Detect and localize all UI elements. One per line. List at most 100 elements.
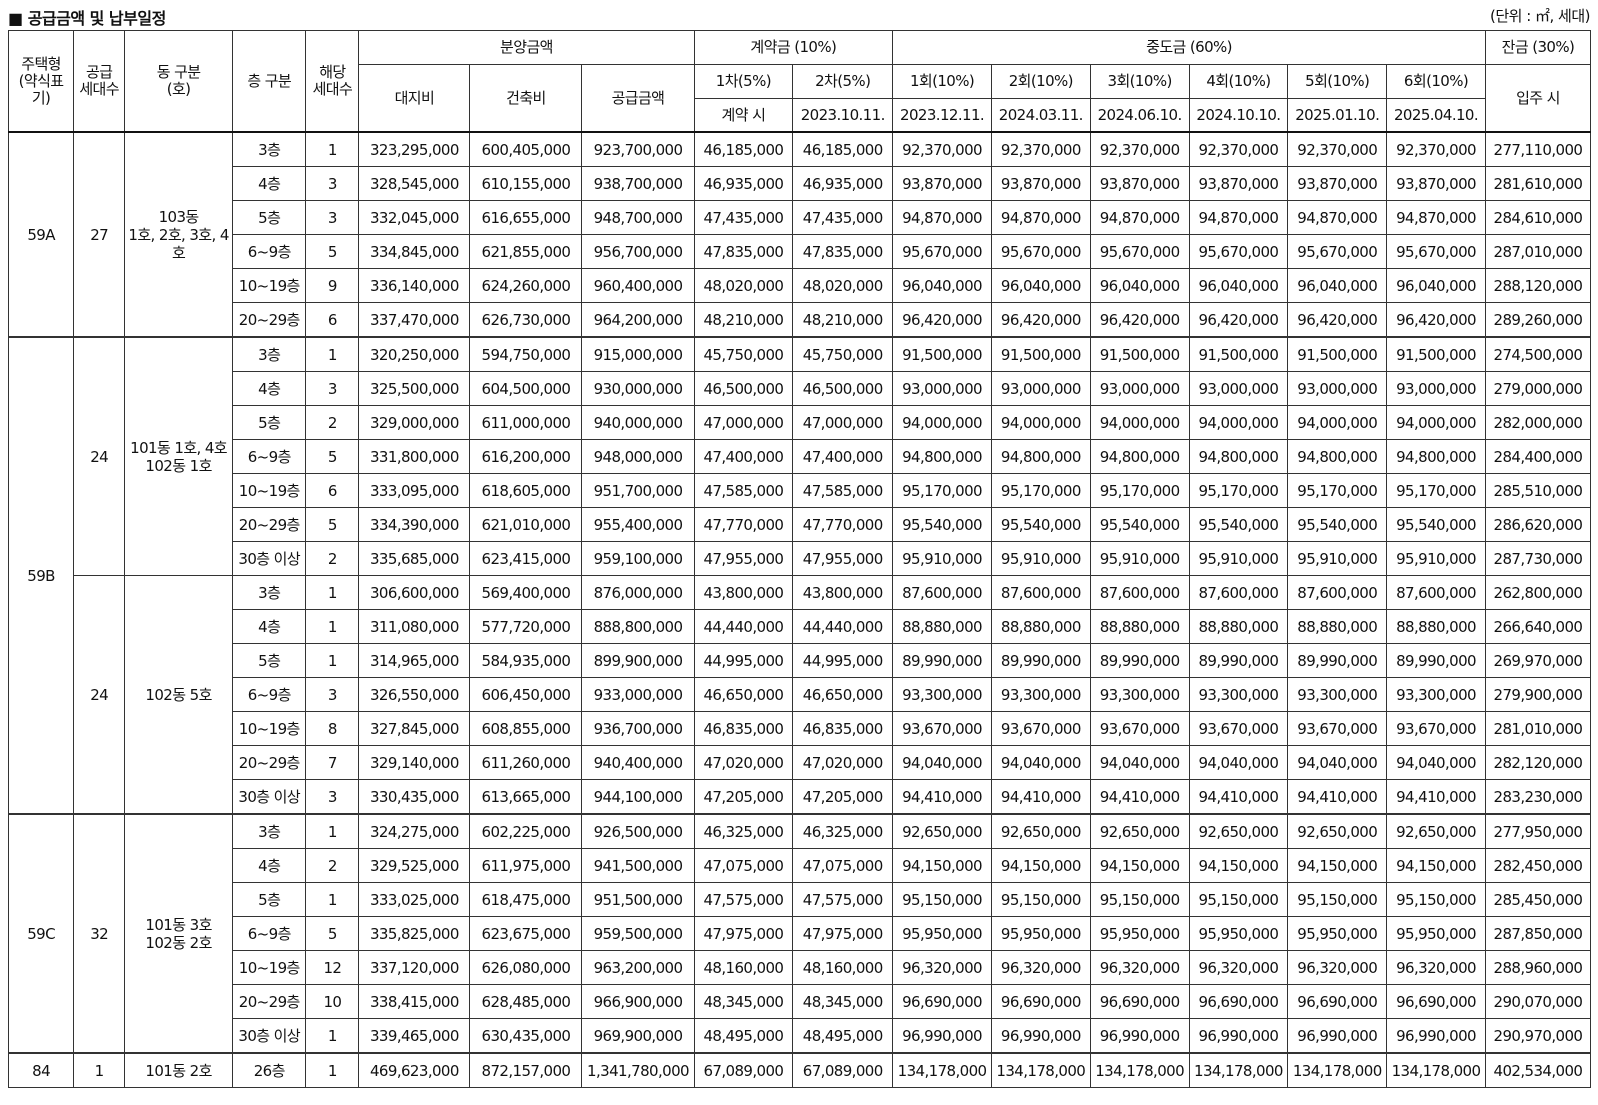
build-cost: 623,415,000 bbox=[469, 541, 583, 576]
header-mid-5-date: 2025.01.10. bbox=[1287, 98, 1388, 133]
build-cost: 630,435,000 bbox=[469, 1018, 583, 1054]
mid-payment-2: 93,300,000 bbox=[990, 677, 1091, 712]
land-cost: 337,120,000 bbox=[358, 950, 471, 985]
balance: 283,230,000 bbox=[1484, 779, 1592, 815]
unit-count: 3 bbox=[305, 677, 360, 712]
land-cost: 328,545,000 bbox=[358, 166, 471, 201]
land-cost: 327,845,000 bbox=[358, 711, 471, 746]
table-row: 59A 27 103동 1호, 2호, 3호, 4호 3층 1 323,295,000 600… bbox=[7, 131, 1592, 338]
mid-payment-6: 95,150,000 bbox=[1386, 882, 1486, 917]
contract-2: 46,500,000 bbox=[792, 371, 894, 406]
floor-range: 6~9층 bbox=[232, 234, 307, 269]
contract-2: 45,750,000 bbox=[792, 336, 894, 372]
header-mid-2-date: 2024.03.11. bbox=[990, 98, 1091, 133]
table-header: 주택형 (약식표 기) 공급 세대수 동 구분 (호) 층 구분 해당 세대수 분양금액 … bbox=[7, 30, 1592, 133]
build-cost: 604,500,000 bbox=[469, 371, 583, 406]
floor-range: 10~19층 bbox=[232, 711, 307, 746]
header-mid-2: 2회(10%) bbox=[990, 64, 1091, 99]
mid-payment-3: 87,600,000 bbox=[1089, 575, 1190, 610]
header-price-group: 분양금액 bbox=[358, 30, 695, 65]
balance: 288,960,000 bbox=[1484, 950, 1592, 985]
floor-range: 20~29층 bbox=[232, 302, 307, 338]
unit-count: 1 bbox=[305, 1052, 360, 1088]
floor-range: 10~19층 bbox=[232, 950, 307, 985]
contract-1: 47,835,000 bbox=[693, 234, 794, 269]
mid-payment-6: 96,040,000 bbox=[1386, 268, 1486, 303]
mid-payment-3: 91,500,000 bbox=[1089, 336, 1190, 372]
mid-payment-6: 91,500,000 bbox=[1386, 336, 1486, 372]
unit-count: 6 bbox=[305, 302, 360, 338]
mid-payment-2: 88,880,000 bbox=[990, 609, 1091, 644]
mid-payment-1: 95,540,000 bbox=[892, 507, 992, 542]
contract-1: 47,075,000 bbox=[693, 848, 794, 883]
dong-range: 103동 1호, 2호, 3호, 4호 bbox=[124, 131, 234, 338]
header-build: 건축비 bbox=[469, 64, 583, 133]
build-cost: 618,605,000 bbox=[469, 473, 583, 508]
contract-2: 46,325,000 bbox=[792, 813, 894, 849]
mid-payment-1: 89,990,000 bbox=[892, 643, 992, 678]
mid-payment-2: 94,870,000 bbox=[990, 200, 1091, 235]
floor-range: 30층 이상 bbox=[232, 541, 307, 576]
mid-payment-5: 95,910,000 bbox=[1287, 541, 1388, 576]
mid-payment-2: 96,690,000 bbox=[990, 984, 1091, 1019]
group-59b: 59B 24 101동 1호, 4호 102동 1호 3층 1 320,250,000 594… bbox=[7, 336, 1592, 815]
contract-1: 47,770,000 bbox=[693, 507, 794, 542]
unit-count: 10 bbox=[305, 984, 360, 1019]
mid-payment-3: 89,990,000 bbox=[1089, 643, 1190, 678]
contract-2: 44,995,000 bbox=[792, 643, 894, 678]
supply-price: 959,100,000 bbox=[581, 541, 695, 576]
unit-count: 3 bbox=[305, 200, 360, 235]
mid-payment-2: 95,910,000 bbox=[990, 541, 1091, 576]
dong-range: 101동 1호, 4호 102동 1호 bbox=[124, 336, 234, 576]
unit-count: 6 bbox=[305, 473, 360, 508]
mid-payment-1: 88,880,000 bbox=[892, 609, 992, 644]
unit-count: 12 bbox=[305, 950, 360, 985]
mid-payment-5: 94,040,000 bbox=[1287, 745, 1388, 780]
mid-payment-3: 94,870,000 bbox=[1089, 200, 1190, 235]
mid-payment-5: 93,670,000 bbox=[1287, 711, 1388, 746]
balance: 277,110,000 bbox=[1484, 131, 1592, 167]
balance: 285,450,000 bbox=[1484, 882, 1592, 917]
mid-payment-2: 94,800,000 bbox=[990, 439, 1091, 474]
floor-range: 3층 bbox=[232, 336, 307, 372]
mid-payment-6: 95,910,000 bbox=[1386, 541, 1486, 576]
floor-range: 3층 bbox=[232, 575, 307, 610]
mid-payment-3: 95,170,000 bbox=[1089, 473, 1190, 508]
supply-price: 966,900,000 bbox=[581, 984, 695, 1019]
housing-type: 59C bbox=[7, 813, 75, 1054]
contract-1: 47,435,000 bbox=[693, 200, 794, 235]
header-contract-2-when: 2023.10.11. bbox=[792, 98, 894, 133]
table-row: 30층 이상 1 339,465,000 630,435,000 969,900,000… bbox=[9, 1018, 1592, 1054]
header-mid-3-date: 2024.06.10. bbox=[1089, 98, 1190, 133]
contract-1: 47,975,000 bbox=[693, 916, 794, 951]
mid-payment-6: 95,670,000 bbox=[1386, 234, 1486, 269]
mid-payment-1: 96,040,000 bbox=[892, 268, 992, 303]
mid-payment-2: 93,870,000 bbox=[990, 166, 1091, 201]
unit-note: (단위 : ㎡, 세대) bbox=[1489, 7, 1591, 25]
supply-price: 876,000,000 bbox=[581, 575, 695, 610]
balance: 279,000,000 bbox=[1484, 371, 1592, 406]
build-cost: 621,855,000 bbox=[469, 234, 583, 269]
unit-count: 5 bbox=[305, 916, 360, 951]
mid-payment-3: 88,880,000 bbox=[1089, 609, 1190, 644]
mid-payment-5: 87,600,000 bbox=[1287, 575, 1388, 610]
balance: 285,510,000 bbox=[1484, 473, 1592, 508]
unit-count: 5 bbox=[305, 439, 360, 474]
mid-payment-4: 95,150,000 bbox=[1188, 882, 1289, 917]
mid-payment-4: 94,410,000 bbox=[1188, 779, 1289, 815]
table-row: 5층 1 333,025,000 618,475,000 951,500,000 47,5… bbox=[9, 882, 1592, 917]
mid-payment-4: 96,690,000 bbox=[1188, 984, 1289, 1019]
contract-2: 47,400,000 bbox=[792, 439, 894, 474]
contract-1: 46,935,000 bbox=[693, 166, 794, 201]
mid-payment-3: 92,370,000 bbox=[1089, 131, 1190, 167]
unit-count: 2 bbox=[305, 405, 360, 440]
price-schedule-table: 주택형 (약식표 기) 공급 세대수 동 구분 (호) 층 구분 해당 세대수 분양금액 … bbox=[7, 30, 1592, 1088]
supply-price: 923,700,000 bbox=[581, 131, 695, 167]
mid-payment-6: 95,950,000 bbox=[1386, 916, 1486, 951]
mid-payment-5: 95,540,000 bbox=[1287, 507, 1388, 542]
floor-range: 30층 이상 bbox=[232, 779, 307, 815]
mid-payment-5: 95,150,000 bbox=[1287, 882, 1388, 917]
unit-count: 8 bbox=[305, 711, 360, 746]
mid-payment-5: 95,950,000 bbox=[1287, 916, 1388, 951]
build-cost: 600,405,000 bbox=[469, 131, 583, 167]
